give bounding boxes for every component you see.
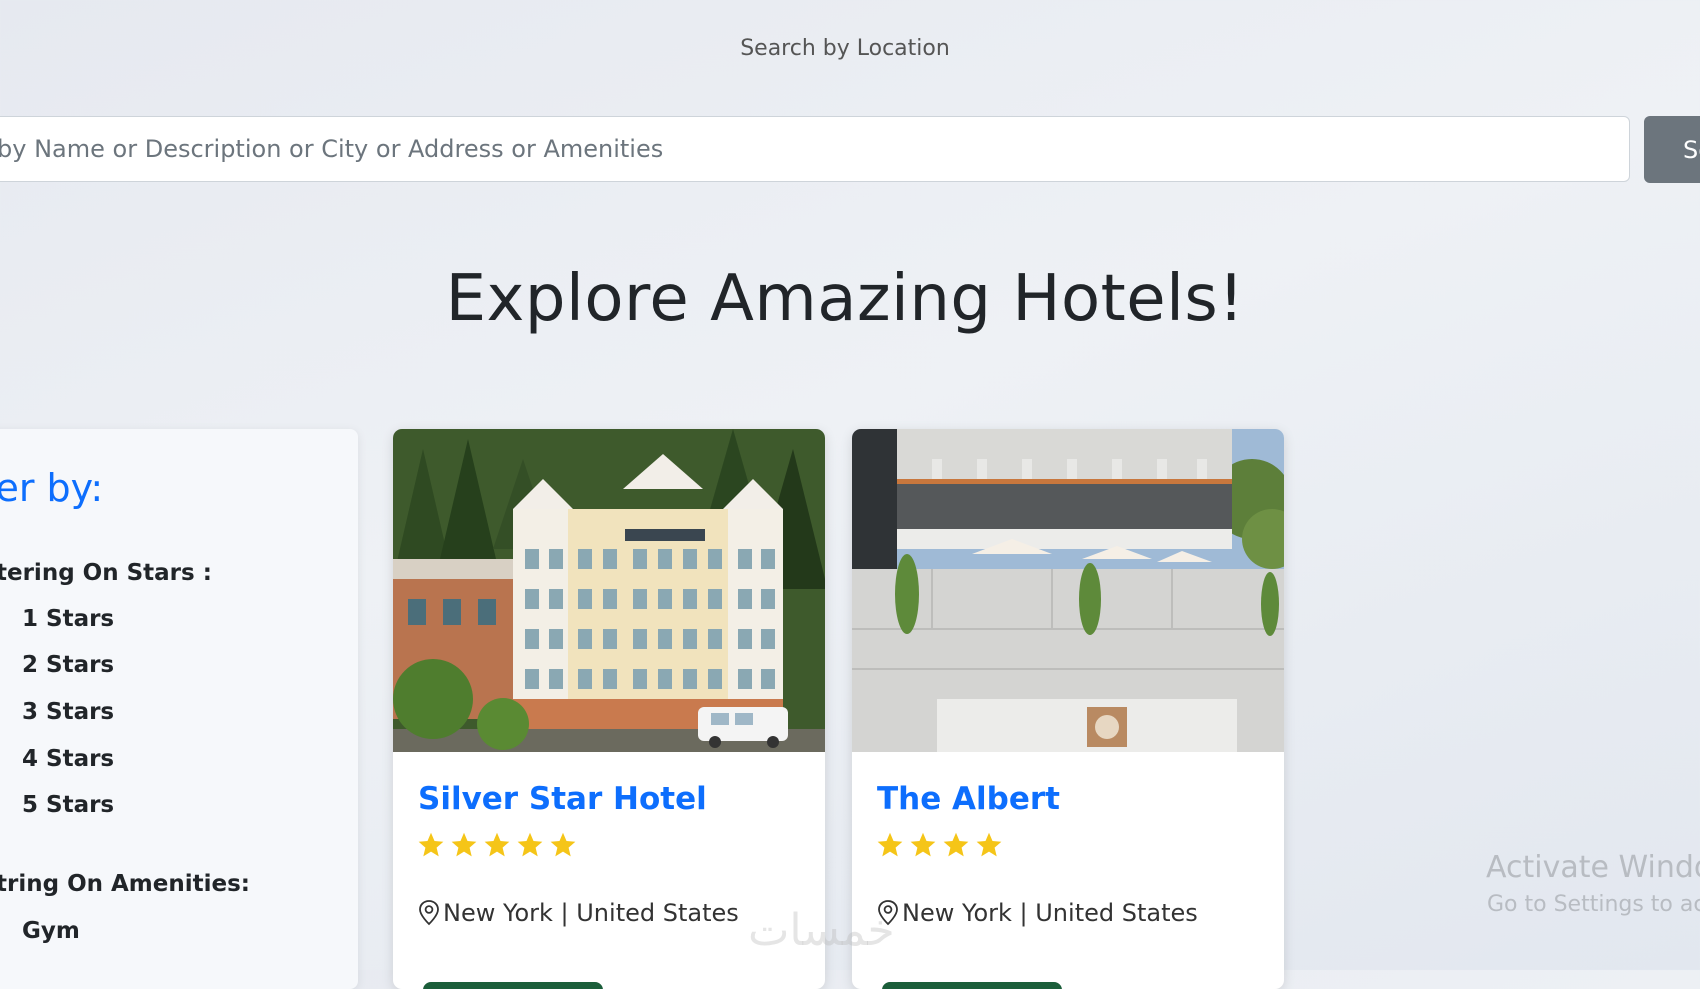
watermark-logo: خمسات xyxy=(748,905,895,956)
stars-filter-heading: tering On Stars : xyxy=(0,560,212,586)
star-filter-option-5[interactable]: 5 Stars xyxy=(22,792,114,818)
star-icon xyxy=(484,832,510,857)
star-icon xyxy=(877,832,903,857)
star-icon xyxy=(910,832,936,857)
hotel-card[interactable]: The Albert New York | United States xyxy=(852,429,1284,989)
hotel-location: New York | United States xyxy=(876,899,1198,927)
star-filter-option-4[interactable]: 4 Stars xyxy=(22,746,114,772)
search-button[interactable]: Sea xyxy=(1644,116,1700,183)
view-details-button[interactable] xyxy=(423,982,603,989)
activate-windows-title: Activate Windo xyxy=(1486,850,1700,885)
search-by-location-label: Search by Location xyxy=(740,36,950,61)
page-title: Explore Amazing Hotels! xyxy=(445,262,1245,336)
star-icon xyxy=(976,832,1002,857)
hotel-name[interactable]: Silver Star Hotel xyxy=(418,781,707,817)
hotel-name[interactable]: The Albert xyxy=(877,781,1060,817)
activate-windows-subtitle: Go to Settings to ac xyxy=(1487,892,1700,917)
star-filter-option-2[interactable]: 2 Stars xyxy=(22,652,114,678)
star-filter-option-1[interactable]: 1 Stars xyxy=(22,606,114,632)
search-input[interactable] xyxy=(0,116,1630,182)
amenity-filter-option-gym[interactable]: Gym xyxy=(22,918,80,944)
star-icon xyxy=(418,832,444,857)
filter-title: lter by: xyxy=(0,466,104,510)
star-icon xyxy=(550,832,576,857)
hotel-star-rating xyxy=(417,831,577,859)
hotel-location: New York | United States xyxy=(417,899,739,927)
hotel-star-rating xyxy=(876,831,1003,859)
star-filter-option-3[interactable]: 3 Stars xyxy=(22,699,114,725)
hotel-photo[interactable] xyxy=(393,429,825,752)
star-icon xyxy=(451,832,477,857)
hotel-photo[interactable] xyxy=(852,429,1284,752)
view-details-button[interactable] xyxy=(882,982,1062,989)
star-icon xyxy=(517,832,543,857)
location-pin-icon xyxy=(419,900,439,926)
star-icon xyxy=(943,832,969,857)
hotel-location-text: New York | United States xyxy=(443,899,739,927)
hotel-location-text: New York | United States xyxy=(902,899,1198,927)
amenities-filter-heading: tring On Amenities: xyxy=(0,871,250,897)
